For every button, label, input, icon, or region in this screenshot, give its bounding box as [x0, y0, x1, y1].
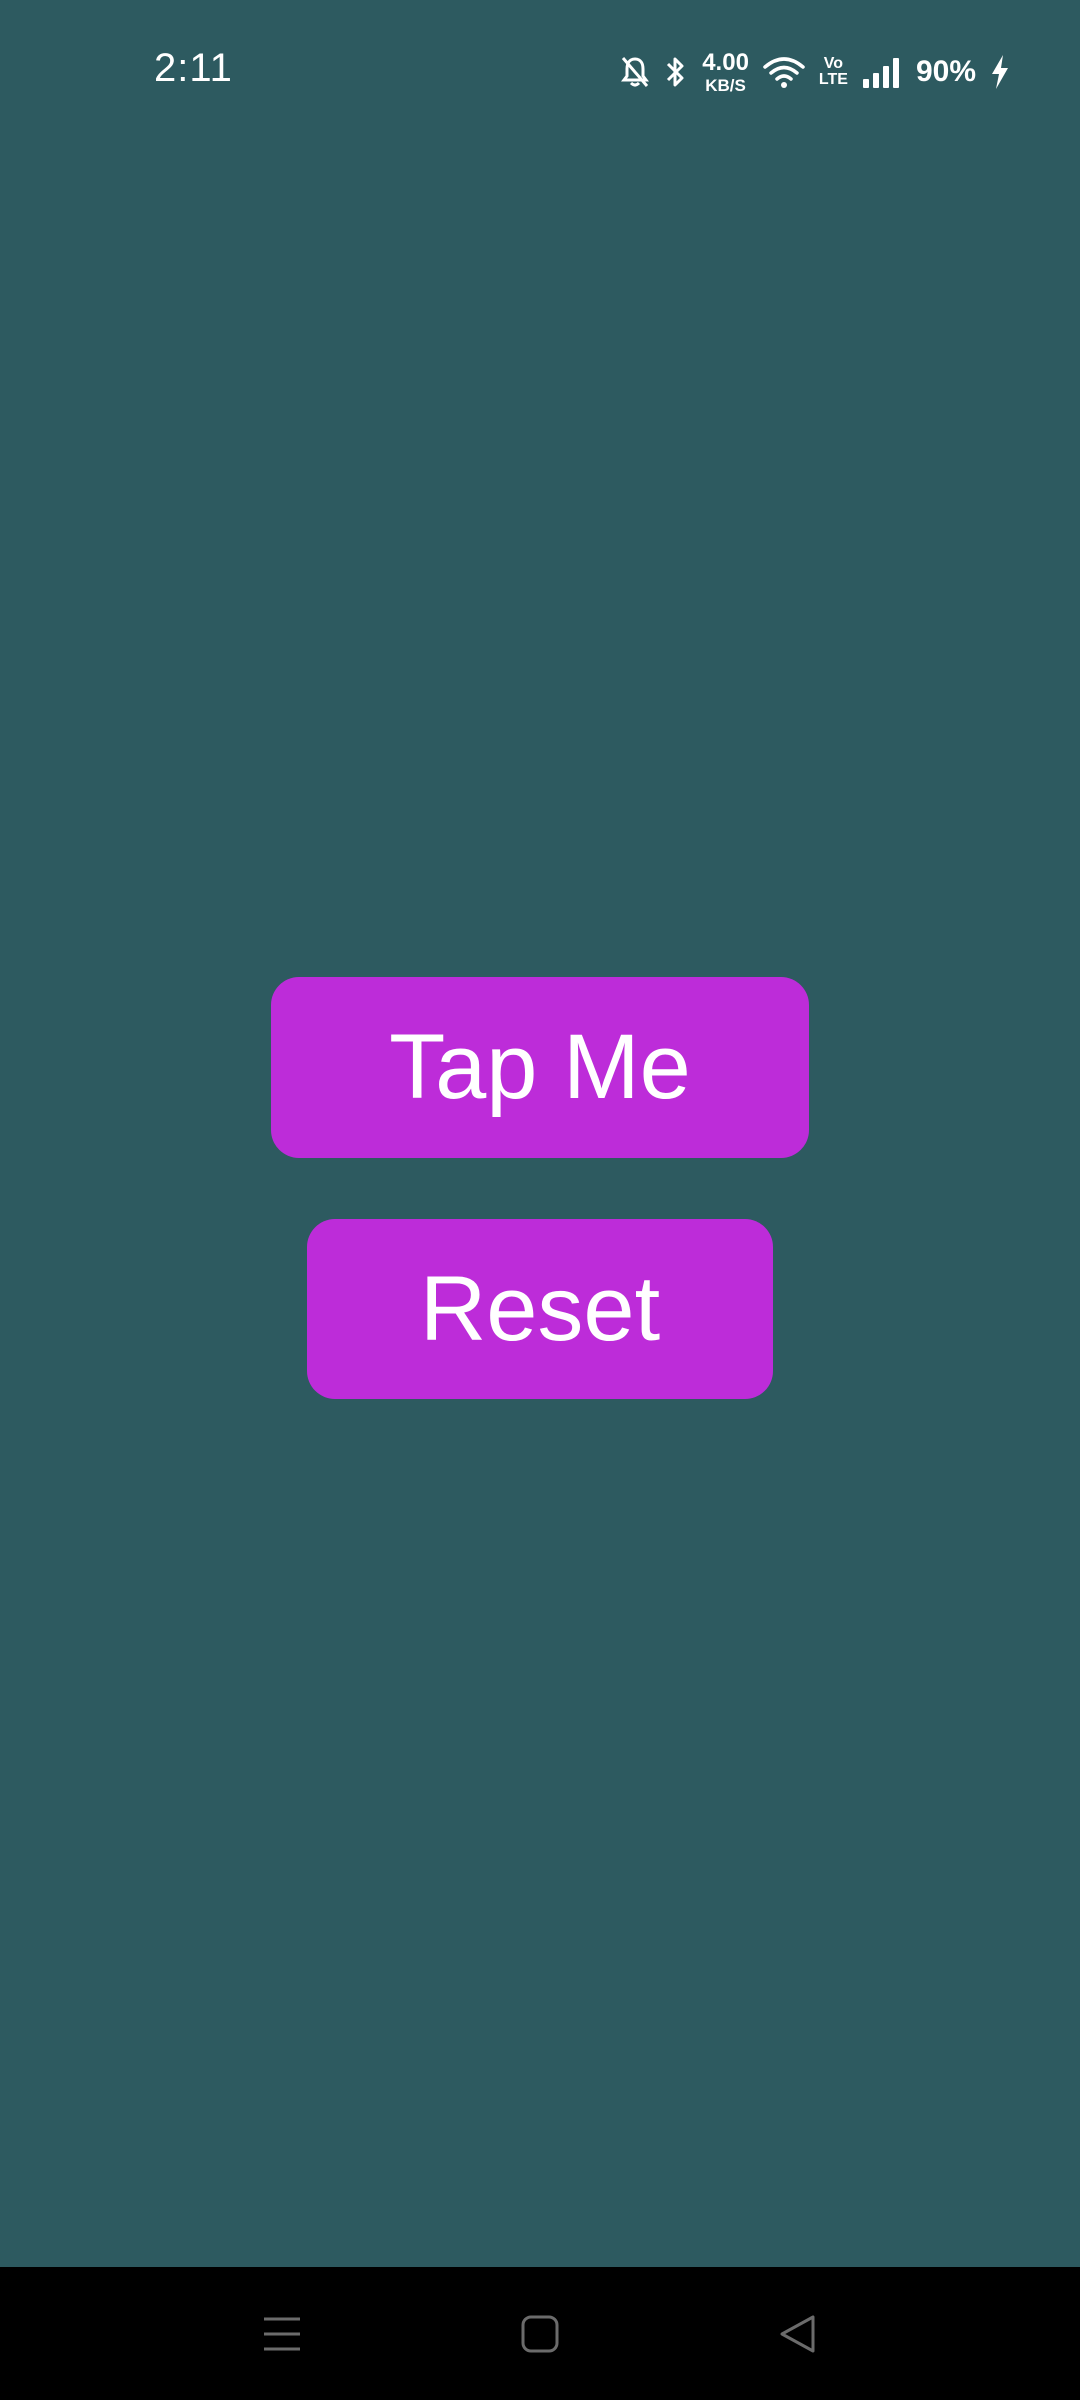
- status-time: 2:11: [154, 46, 233, 90]
- home-icon: [521, 2315, 559, 2353]
- volte-indicator: Vo LTE: [819, 56, 848, 88]
- status-icons: 4.00 KB/S Vo LTE 90%: [620, 46, 1010, 98]
- nav-back-button[interactable]: [763, 2299, 833, 2369]
- app-screen: 2:11 4.00 KB/S Vo LTE 90% Tap Me Reset: [0, 0, 1080, 2400]
- volte-bottom: LTE: [818, 71, 848, 88]
- navigation-bar: [0, 2267, 1080, 2400]
- net-speed: 4.00 KB/S: [702, 48, 749, 95]
- reset-button[interactable]: Reset: [307, 1219, 773, 1399]
- bluetooth-icon: [664, 55, 688, 89]
- battery-level: 90%: [915, 55, 976, 88]
- charging-icon: [990, 54, 1010, 90]
- status-bar: 2:11 4.00 KB/S Vo LTE 90%: [0, 0, 1080, 140]
- menu-icon: [262, 2315, 302, 2353]
- bell-off-icon: [620, 55, 650, 89]
- wifi-icon: [763, 55, 805, 89]
- back-icon: [779, 2314, 817, 2354]
- nav-menu-button[interactable]: [247, 2299, 317, 2369]
- net-speed-unit: KB/S: [705, 75, 746, 95]
- net-speed-value: 4.00: [702, 48, 749, 76]
- nav-home-button[interactable]: [505, 2299, 575, 2369]
- tap-me-button[interactable]: Tap Me: [271, 977, 809, 1158]
- volte-top: Vo: [823, 55, 844, 72]
- signal-icon: [862, 55, 902, 89]
